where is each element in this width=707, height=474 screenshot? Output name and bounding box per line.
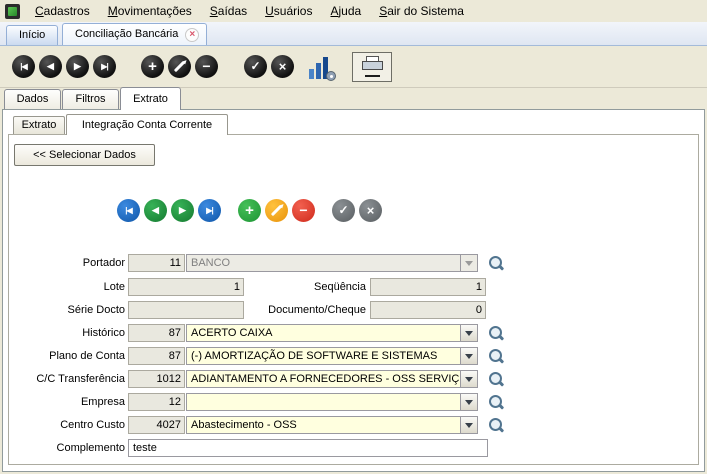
historico-value: ACERTO CAIXA — [191, 327, 273, 339]
centro-custo-combo[interactable]: Abastecimento - OSS — [186, 416, 478, 434]
previous-record-button[interactable]: ◀ — [39, 55, 62, 78]
plano-de-conta-code-field[interactable]: 87 — [128, 347, 185, 365]
chart-bar-icon — [309, 69, 314, 79]
plano-de-conta-combo[interactable]: (-) AMORTIZAÇÃO DE SOFTWARE E SISTEMAS — [186, 347, 478, 365]
menu-cadastros[interactable]: Cadastros — [26, 0, 99, 22]
menu-usuarios[interactable]: Usuários — [256, 0, 321, 22]
detail-confirm-button[interactable]: ✓ — [332, 199, 355, 222]
edit-record-button[interactable] — [168, 55, 191, 78]
historico-code-field[interactable]: 87 — [128, 324, 185, 342]
confirm-button[interactable]: ✓ — [244, 55, 267, 78]
detail-last-record-button[interactable]: ▶| — [198, 199, 221, 222]
chevron-down-icon[interactable] — [460, 394, 477, 410]
centro-custo-value: Abastecimento - OSS — [191, 419, 297, 431]
detail-first-record-button[interactable]: |◀ — [117, 199, 140, 222]
menu-ajuda[interactable]: Ajuda — [321, 0, 370, 22]
selecionar-dados-button[interactable]: << Selecionar Dados — [14, 144, 155, 166]
plano-de-conta-search-icon[interactable] — [487, 347, 505, 365]
empresa-search-icon[interactable] — [487, 393, 505, 411]
cancel-button[interactable]: × — [271, 55, 294, 78]
lote-label: Lote — [103, 281, 125, 293]
app-logo-icon — [5, 3, 20, 19]
sequencia-field[interactable]: 1 — [370, 278, 486, 296]
detail-edit-record-button[interactable] — [265, 199, 288, 222]
cc-transferencia-code-field[interactable]: 1012 — [128, 370, 185, 388]
lote-field[interactable]: 1 — [128, 278, 244, 296]
tab-filtros[interactable]: Filtros — [62, 89, 119, 109]
serie-docto-field[interactable] — [128, 301, 244, 319]
first-record-button[interactable]: |◀ — [12, 55, 35, 78]
window-tab-bar: Início Conciliação Bancária × — [0, 22, 707, 46]
portador-code-field[interactable]: 11 — [128, 254, 185, 272]
chart-report-button[interactable] — [307, 54, 336, 81]
menu-saidas[interactable]: Saídas — [201, 0, 256, 22]
menu-bar: Cadastros Movimentações Saídas Usuários … — [0, 0, 707, 22]
detail-add-record-button[interactable]: + — [238, 199, 261, 222]
tab-extrato[interactable]: Extrato — [120, 87, 181, 110]
app-window: Cadastros Movimentações Saídas Usuários … — [0, 0, 707, 474]
cc-transferencia-combo[interactable]: ADIANTAMENTO A FORNECEDORES - OSS SERVIÇ — [186, 370, 478, 388]
portador-label: Portador — [82, 257, 125, 269]
delete-record-button[interactable]: − — [195, 55, 218, 78]
cc-transferencia-value: ADIANTAMENTO A FORNECEDORES - OSS SERVIÇ — [191, 373, 460, 385]
tab-dados[interactable]: Dados — [4, 89, 61, 109]
subtab-integracao-conta-corrente[interactable]: Integração Conta Corrente — [66, 114, 228, 135]
printer-icon-body — [362, 61, 383, 70]
last-record-button[interactable]: ▶| — [93, 55, 116, 78]
printer-icon-underline — [365, 75, 380, 77]
empresa-label: Empresa — [80, 396, 125, 408]
empresa-value — [187, 394, 477, 410]
detail-cancel-button[interactable]: × — [359, 199, 382, 222]
menu-sair-do-sistema[interactable]: Sair do Sistema — [370, 0, 473, 22]
chevron-down-icon[interactable] — [460, 325, 477, 341]
main-toolbar: |◀ ◀ ▶ ▶| + − ✓ × — [0, 46, 707, 88]
plano-de-conta-label: Plano de Conta — [49, 350, 125, 362]
centro-custo-label: Centro Custo — [60, 419, 125, 431]
complemento-field[interactable]: teste — [128, 439, 488, 457]
cc-transferencia-label: C/C Transferência — [36, 373, 125, 385]
pencil-icon — [270, 204, 283, 217]
chevron-down-icon[interactable] — [460, 371, 477, 387]
plano-de-conta-value: (-) AMORTIZAÇÃO DE SOFTWARE E SISTEMAS — [191, 350, 438, 362]
detail-next-record-button[interactable]: ▶ — [171, 199, 194, 222]
documento-cheque-label: Documento/Cheque — [268, 304, 366, 316]
subtab-extrato[interactable]: Extrato — [13, 116, 65, 134]
portador-value: BANCO — [191, 257, 231, 269]
menu-movimentacoes[interactable]: Movimentações — [99, 0, 201, 22]
sequencia-label: Seqüência — [314, 281, 366, 293]
close-tab-icon[interactable]: × — [185, 27, 200, 42]
historico-combo[interactable]: ACERTO CAIXA — [186, 324, 478, 342]
serie-docto-label: Série Docto — [67, 304, 125, 316]
historico-search-icon[interactable] — [487, 324, 505, 342]
tab-conciliacao-label: Conciliação Bancária — [75, 28, 179, 40]
documento-cheque-field[interactable]: 0 — [370, 301, 486, 319]
next-record-button[interactable]: ▶ — [66, 55, 89, 78]
chevron-down-icon[interactable] — [460, 348, 477, 364]
pencil-icon — [173, 60, 186, 73]
detail-delete-record-button[interactable]: − — [292, 199, 315, 222]
portador-search-icon[interactable] — [487, 254, 505, 272]
centro-custo-search-icon[interactable] — [487, 416, 505, 434]
chevron-down-icon[interactable] — [460, 255, 477, 271]
chevron-down-icon[interactable] — [460, 417, 477, 433]
historico-label: Histórico — [82, 327, 125, 339]
tab-conciliacao-bancaria[interactable]: Conciliação Bancária × — [62, 23, 208, 45]
cc-transferencia-search-icon[interactable] — [487, 370, 505, 388]
complemento-label: Complemento — [56, 442, 125, 454]
empresa-code-field[interactable]: 12 — [128, 393, 185, 411]
detail-previous-record-button[interactable]: ◀ — [144, 199, 167, 222]
gear-icon — [326, 71, 336, 81]
tab-inicio[interactable]: Início — [6, 25, 59, 45]
empresa-combo[interactable] — [186, 393, 478, 411]
add-record-button[interactable]: + — [141, 55, 164, 78]
print-button[interactable] — [352, 52, 392, 82]
chart-bar-icon — [316, 63, 321, 79]
portador-combo[interactable]: BANCO — [186, 254, 478, 272]
centro-custo-code-field[interactable]: 4027 — [128, 416, 185, 434]
